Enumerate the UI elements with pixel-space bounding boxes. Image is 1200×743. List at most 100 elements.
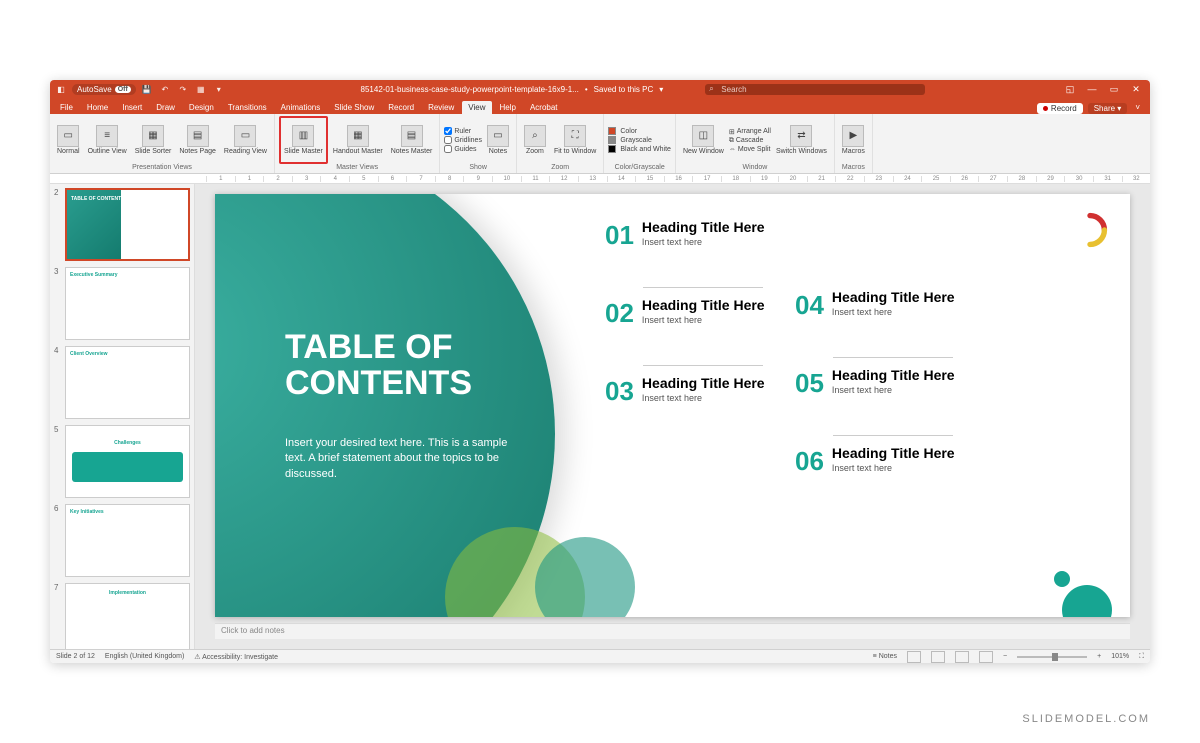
zoom-in-button[interactable]: + [1097,653,1101,660]
notes-button[interactable]: ▭Notes [484,116,512,164]
zoom-button[interactable]: ⌕Zoom [521,116,549,164]
tab-home[interactable]: Home [81,101,114,114]
normal-view-icon: ▭ [57,125,79,147]
outline-view-button[interactable]: ≡Outline View [85,116,130,164]
notes-toggle[interactable]: ≡ Notes [873,653,897,660]
thumbnail-slide-7[interactable]: Implementation [65,583,190,649]
language-button[interactable]: English (United Kingdom) [105,653,184,660]
zoom-value[interactable]: 101% [1111,653,1129,660]
bw-button[interactable]: Black and White [608,145,671,153]
ruler-checkbox[interactable]: Ruler [444,127,482,135]
maximize-button[interactable]: ▭ [1104,82,1124,96]
notes-master-icon: ▤ [401,125,423,147]
normal-view-icon[interactable] [907,651,921,663]
thumbnail-item[interactable]: 6 Key Initiatives [54,504,190,577]
thumbnail-item[interactable]: 3 Executive Summary [54,267,190,340]
toc-item-4[interactable]: 04 Heading Title HereInsert text here [795,290,955,321]
slideshow-view-icon[interactable] [979,651,993,663]
slide-canvas[interactable]: TABLE OF CONTENTS Insert your desired te… [215,194,1130,617]
tab-animations[interactable]: Animations [275,101,327,114]
arrange-all-button[interactable]: ⊞ Arrange All [729,128,771,136]
toc-item-6[interactable]: 06 Heading Title HereInsert text here [795,446,955,477]
record-dot-icon [1043,106,1048,111]
close-button[interactable]: ✕ [1126,82,1146,96]
macros-button[interactable]: ▶Macros [839,116,868,164]
toc-item-5[interactable]: 05 Heading Title HereInsert text here [795,368,955,399]
tab-review[interactable]: Review [422,101,460,114]
thumbnail-item[interactable]: 2 TABLE OF CONTENTS [54,188,190,261]
toc-column-2: 04 Heading Title HereInsert text here 05… [795,290,955,513]
autosave-label: AutoSave [77,85,112,94]
tab-view[interactable]: View [462,101,491,114]
collapse-ribbon-icon[interactable]: ˅ [1129,101,1146,114]
sorter-view-icon[interactable] [931,651,945,663]
slide-master-button[interactable]: ▥Slide Master [279,116,328,164]
reading-view-icon: ▭ [234,125,256,147]
guides-checkbox[interactable]: Guides [444,145,482,153]
slide-thumbnails-panel[interactable]: 2 TABLE OF CONTENTS 3 Executive Summary … [50,184,195,649]
zoom-slider[interactable] [1017,656,1087,658]
grayscale-button[interactable]: Grayscale [608,136,671,144]
toc-item-3[interactable]: 03 Heading Title HereInsert text here [605,376,765,407]
handout-master-button[interactable]: ▦Handout Master [330,116,386,164]
slide-subtitle[interactable]: Insert your desired text here. This is a… [285,436,515,482]
redo-icon[interactable]: ↷ [176,82,190,96]
thumbnail-slide-5[interactable]: Challenges [65,425,190,498]
bw-swatch-icon [608,145,616,153]
notes-page-button[interactable]: ▤Notes Page [176,116,219,164]
titlebar: ◧ AutoSave Off 💾 ↶ ↷ ▦ ▾ 85142-01-busine… [50,80,1150,98]
tab-slideshow[interactable]: Slide Show [328,101,380,114]
autosave-toggle[interactable]: AutoSave Off [72,84,136,95]
thumbnail-slide-6[interactable]: Key Initiatives [65,504,190,577]
tab-transitions[interactable]: Transitions [222,101,273,114]
slide-sorter-button[interactable]: ▦Slide Sorter [132,116,175,164]
accessibility-button[interactable]: ⚠ Accessibility: Investigate [194,653,278,661]
thumbnail-slide-3[interactable]: Executive Summary [65,267,190,340]
macros-icon: ▶ [842,125,864,147]
tab-design[interactable]: Design [183,101,220,114]
ribbon-mode-icon[interactable]: ◱ [1060,82,1080,96]
decorative-circle [1054,571,1070,587]
move-split-button[interactable]: ⇔ Move Split [729,146,771,153]
fit-window-button[interactable]: ⛶Fit to Window [551,116,599,164]
new-window-button[interactable]: ◫New Window [680,116,727,164]
tab-file[interactable]: File [54,101,79,114]
gridlines-checkbox[interactable]: Gridlines [444,136,482,144]
tab-insert[interactable]: Insert [116,101,148,114]
thumbnail-slide-4[interactable]: Client Overview [65,346,190,419]
normal-view-button[interactable]: ▭Normal [54,116,83,164]
thumbnail-item[interactable]: 5 Challenges [54,425,190,498]
quickstart-icon[interactable]: ▦ [194,82,208,96]
fit-to-window-icon[interactable]: ⛶ [1139,653,1144,661]
cascade-button[interactable]: ⧉ Cascade [729,137,771,145]
slide-counter[interactable]: Slide 2 of 12 [56,653,95,660]
thumbnail-item[interactable]: 4 Client Overview [54,346,190,419]
toc-item-2[interactable]: 02 Heading Title HereInsert text here [605,298,765,329]
thumbnail-slide-2[interactable]: TABLE OF CONTENTS [65,188,190,261]
color-button[interactable]: Color [608,127,671,135]
share-button[interactable]: Share ▾ [1088,103,1128,114]
handout-master-icon: ▦ [347,125,369,147]
minimize-button[interactable]: — [1082,82,1102,96]
notes-master-button[interactable]: ▤Notes Master [388,116,436,164]
toc-item-1[interactable]: 01 Heading Title HereInsert text here [605,220,765,251]
qat-dropdown-icon[interactable]: ▾ [212,82,226,96]
save-icon[interactable]: 💾 [140,82,154,96]
reading-view-icon[interactable] [955,651,969,663]
zoom-out-button[interactable]: − [1003,653,1007,660]
tab-help[interactable]: Help [494,101,522,114]
switch-windows-button[interactable]: ⇄Switch Windows [773,116,830,164]
tab-acrobat[interactable]: Acrobat [524,101,564,114]
search-input[interactable]: Search [705,84,925,95]
slide-title[interactable]: TABLE OF CONTENTS [285,330,472,401]
thumbnail-item[interactable]: 7 Implementation [54,583,190,649]
notes-page-icon: ▤ [187,125,209,147]
tab-draw[interactable]: Draw [150,101,181,114]
notes-pane[interactable]: Click to add notes [215,623,1130,639]
tab-record[interactable]: Record [382,101,420,114]
reading-view-button[interactable]: ▭Reading View [221,116,270,164]
record-button[interactable]: Record [1037,103,1083,114]
fit-window-icon: ⛶ [564,125,586,147]
undo-icon[interactable]: ↶ [158,82,172,96]
group-macros: ▶Macros Macros [835,114,873,173]
